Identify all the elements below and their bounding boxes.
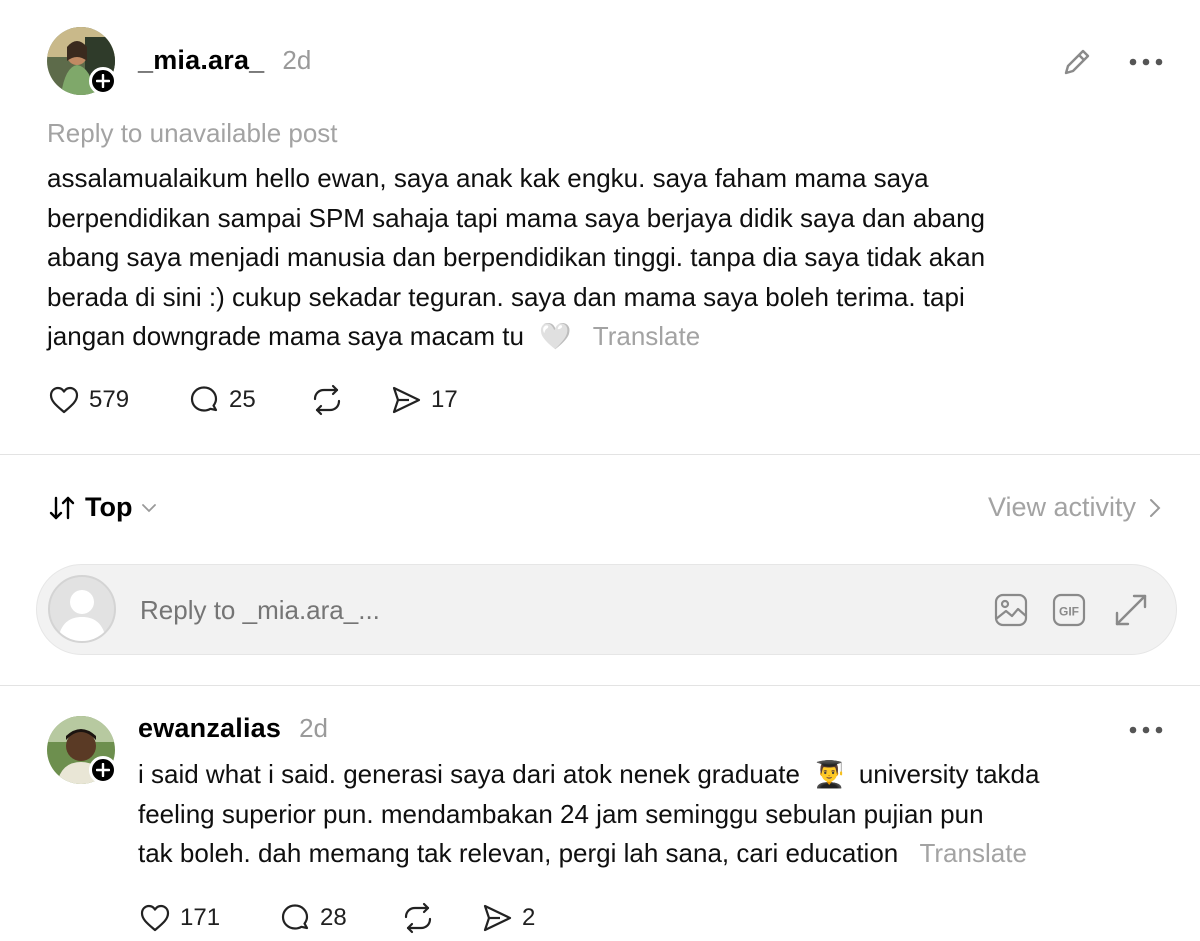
post-comment-button[interactable]: 25 xyxy=(187,383,256,417)
post-line: abang saya menjadi manusia dan berpendid… xyxy=(47,242,986,272)
white-heart-emoji: 🤍 xyxy=(539,321,572,351)
edit-pencil-icon[interactable] xyxy=(1058,43,1096,81)
post-line: berada di sini :) cukup sekadar teguran.… xyxy=(47,281,965,312)
reply-line: feeling superior pun. mendambakan 24 jam… xyxy=(138,798,984,829)
reply-input[interactable] xyxy=(138,589,742,631)
heart-icon xyxy=(49,386,79,414)
post-repost-button[interactable] xyxy=(309,383,345,417)
chevron-right-icon xyxy=(1150,498,1161,517)
reply-composer[interactable]: GIF xyxy=(36,564,1177,655)
post-username[interactable]: _mia.ara_ xyxy=(138,45,264,76)
reply-repost-button[interactable] xyxy=(400,901,436,935)
gif-icon[interactable]: GIF xyxy=(1050,591,1088,629)
reply-context[interactable]: Reply to unavailable post xyxy=(47,118,338,149)
more-options-icon[interactable] xyxy=(1126,48,1166,76)
post-line: assalamualaikum hello ewan, saya anak ka… xyxy=(47,163,929,193)
post-translate-link[interactable]: Translate xyxy=(593,321,700,351)
post-comment-count: 25 xyxy=(229,386,256,413)
chevron-down-icon xyxy=(142,503,157,512)
send-icon xyxy=(483,904,512,932)
graduate-emoji: 👨‍🎓 xyxy=(813,759,846,789)
comment-icon xyxy=(281,904,309,930)
reply-share-count: 2 xyxy=(522,904,536,931)
reply-line-first: i said what i said. generasi saya dari a… xyxy=(138,755,1039,795)
post-line: jangan downgrade mama saya macam tu xyxy=(47,321,524,351)
comment-icon xyxy=(190,386,218,412)
image-attach-icon[interactable] xyxy=(992,591,1030,629)
reply-line: i said what i said. generasi saya dari a… xyxy=(138,759,800,789)
post-like-button[interactable]: 579 xyxy=(47,383,129,417)
reply-like-count: 171 xyxy=(180,904,221,931)
reply-timestamp: 2d xyxy=(299,713,328,743)
reply-line: university takda xyxy=(858,759,1040,789)
sort-arrows-icon xyxy=(49,496,75,519)
expand-icon[interactable] xyxy=(1112,591,1150,629)
view-activity-label: View activity xyxy=(987,492,1136,522)
svg-text:GIF: GIF xyxy=(1059,605,1079,619)
reply-comment-count: 28 xyxy=(320,904,347,931)
sort-label: Top xyxy=(85,492,133,522)
repost-icon xyxy=(404,902,432,934)
reply-like-button[interactable]: 171 xyxy=(138,901,220,935)
reply-translate-link[interactable]: Translate xyxy=(919,838,1026,868)
post-timestamp: 2d xyxy=(282,45,312,75)
reply-body: i said what i said. generasi saya dari a… xyxy=(138,755,1039,874)
sort-dropdown[interactable]: Top xyxy=(47,492,158,523)
more-options-icon[interactable] xyxy=(1126,716,1166,744)
reply-line-last: tak boleh. dah memang tak relevan, pergi… xyxy=(138,834,1039,874)
post-line: berpendidikan sampai SPM sahaja tapi mam… xyxy=(47,202,986,233)
composer-avatar xyxy=(48,575,116,643)
post-line-last: jangan downgrade mama saya macam tu 🤍 Tr… xyxy=(47,317,985,357)
post-share-count: 17 xyxy=(431,386,458,413)
follow-plus-icon[interactable] xyxy=(89,756,117,784)
repost-icon xyxy=(313,384,341,416)
reply-comment-button[interactable]: 28 xyxy=(278,901,347,935)
reply-username[interactable]: ewanzalias xyxy=(138,713,281,744)
heart-icon xyxy=(140,904,170,932)
follow-plus-icon[interactable] xyxy=(89,67,117,95)
reply-share-button[interactable]: 2 xyxy=(480,901,535,935)
reply-line: tak boleh. dah memang tak relevan, pergi… xyxy=(138,838,899,868)
divider xyxy=(0,454,1200,455)
divider xyxy=(0,685,1200,686)
view-activity-link[interactable]: View activity xyxy=(988,492,1162,523)
post-body: assalamualaikum hello ewan, saya anak ka… xyxy=(47,159,985,357)
post-like-count: 579 xyxy=(89,386,130,413)
send-icon xyxy=(392,386,421,414)
post-share-button[interactable]: 17 xyxy=(389,383,458,417)
